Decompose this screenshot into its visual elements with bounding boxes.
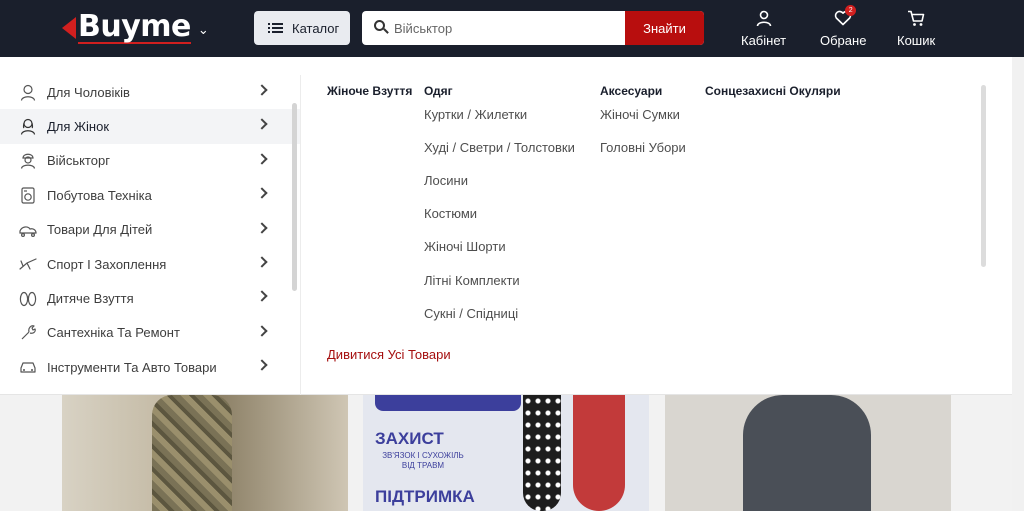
- plumbing-icon: [19, 324, 37, 342]
- promo-banner-strip: ЗАХИСТ ЗВ'ЯЗОК І СУХОЖІЛЬ ВІД ТРАВМ ПІДТ…: [0, 395, 1024, 511]
- category-label: Дитяче Взуття: [47, 291, 134, 307]
- account-label: Кабінет: [741, 33, 787, 48]
- submenu-link[interactable]: Головні Убори: [600, 140, 686, 155]
- kids-icon: [19, 221, 37, 239]
- logo[interactable]: Buyme ⌄: [62, 10, 209, 46]
- category-item-kids-shoes[interactable]: Дитяче Взуття: [0, 281, 300, 315]
- favorites-button[interactable]: 2 Обране: [820, 5, 867, 48]
- submenu-link[interactable]: Костюми: [424, 206, 477, 221]
- submenu-link[interactable]: Худі / Светри / Толстовки: [424, 140, 575, 155]
- appliance-icon: [19, 186, 37, 204]
- see-all-products-link[interactable]: Дивитися Усі Товари: [327, 347, 451, 362]
- promo-subtext: ЗВ'ЯЗОК І СУХОЖІЛЬ ВІД ТРАВМ: [382, 451, 464, 470]
- search-button[interactable]: Знайти: [625, 11, 704, 45]
- catalog-label: Каталог: [292, 20, 340, 36]
- submenu-scrollbar[interactable]: [981, 85, 986, 267]
- search-bar: Знайти: [362, 11, 704, 45]
- category-item-tools-auto[interactable]: Інструменти Та Авто Товари: [0, 350, 300, 384]
- chevron-right-icon: [256, 153, 268, 165]
- category-item-military[interactable]: Військторг: [0, 144, 300, 178]
- chevron-right-icon: [256, 256, 268, 268]
- soldier-icon: [19, 152, 37, 170]
- category-item-appliances[interactable]: Побутова Техніка: [0, 178, 300, 212]
- category-label: Для Чоловіків: [47, 84, 130, 100]
- submenu-link[interactable]: Літні Комплекти: [424, 273, 520, 288]
- promo-banner-military[interactable]: [62, 395, 348, 511]
- category-label: Сантехніка Та Ремонт: [47, 325, 180, 341]
- submenu-link[interactable]: Жіночі Сумки: [600, 107, 680, 122]
- favorites-label: Обране: [820, 33, 867, 48]
- promo-banner-jacket[interactable]: [665, 395, 951, 511]
- cart-label: Кошик: [897, 33, 936, 48]
- account-button[interactable]: Кабінет: [741, 10, 786, 48]
- heart-icon: 2: [832, 5, 857, 28]
- chevron-right-icon: [256, 187, 268, 199]
- user-icon: [753, 10, 775, 28]
- category-item-women[interactable]: Для Жінок: [0, 109, 300, 144]
- chevron-right-icon: [256, 84, 268, 96]
- category-item-kids[interactable]: Товари Для Дітей: [0, 213, 300, 247]
- submenu-title-accessories[interactable]: Аксесуари: [600, 84, 662, 98]
- chevron-right-icon: [256, 221, 268, 234]
- submenu-link[interactable]: Жіночі Шорти: [424, 239, 506, 254]
- submenu-title-sunglasses[interactable]: Сонцезахисні Окуляри: [705, 84, 841, 98]
- man-icon: [19, 83, 37, 101]
- sport-icon: [19, 255, 37, 273]
- car-tools-icon: [19, 358, 37, 376]
- menu-icon: [268, 22, 283, 34]
- submenu-link[interactable]: Сукні / Спідниці: [424, 306, 518, 321]
- chevron-right-icon: [256, 118, 268, 131]
- submenu-title-clothing[interactable]: Одяг: [424, 84, 453, 98]
- cart-icon: [905, 10, 927, 28]
- chevron-right-icon: [256, 290, 268, 303]
- logo-text: Buyme: [78, 9, 191, 44]
- category-item-sport[interactable]: Спорт І Захоплення: [0, 247, 300, 281]
- search-icon: [362, 11, 394, 45]
- category-label: Військторг: [47, 153, 110, 169]
- favorites-count-badge: 2: [845, 5, 857, 16]
- site-header: Buyme ⌄ Каталог Знайти Кабінет 2 Обране …: [0, 0, 1024, 57]
- promo-heading: ЗАХИСТ: [375, 429, 444, 448]
- category-item-men[interactable]: Для Чоловіків: [0, 75, 300, 109]
- woman-icon: [19, 118, 37, 136]
- promo-banner-support[interactable]: ЗАХИСТ ЗВ'ЯЗОК І СУХОЖІЛЬ ВІД ТРАВМ ПІДТ…: [363, 395, 649, 511]
- chevron-right-icon: [256, 359, 268, 371]
- page-scrollbar[interactable]: [1012, 57, 1024, 511]
- category-list-scrollbar[interactable]: [292, 103, 297, 291]
- catalog-button[interactable]: Каталог: [254, 11, 350, 45]
- cart-button[interactable]: Кошик: [897, 10, 935, 48]
- submenu-link[interactable]: Куртки / Жилетки: [424, 107, 527, 122]
- chevron-down-icon[interactable]: ⌄: [198, 22, 209, 38]
- category-item-plumbing[interactable]: Сантехніка Та Ремонт: [0, 316, 300, 350]
- category-label: Побутова Техніка: [47, 187, 152, 203]
- category-list: Для Чоловіків Для Жінок Військторг Побут…: [0, 75, 301, 395]
- logo-mark-icon: [62, 17, 76, 39]
- catalog-dropdown: Для Чоловіків Для Жінок Військторг Побут…: [0, 57, 1012, 395]
- chevron-right-icon: [256, 325, 268, 337]
- category-label: Спорт І Захоплення: [47, 256, 167, 272]
- submenu-link[interactable]: Лосини: [424, 173, 468, 188]
- category-label: Товари Для Дітей: [47, 222, 153, 238]
- search-input[interactable]: [394, 11, 625, 45]
- kids-shoes-icon: [19, 290, 37, 308]
- submenu-title-womens-shoes[interactable]: Жіноче Взуття: [327, 84, 412, 98]
- promo-heading-2: ПІДТРИМКА: [375, 487, 475, 506]
- category-label: Інструменти Та Авто Товари: [47, 359, 217, 375]
- category-label: Для Жінок: [47, 119, 110, 135]
